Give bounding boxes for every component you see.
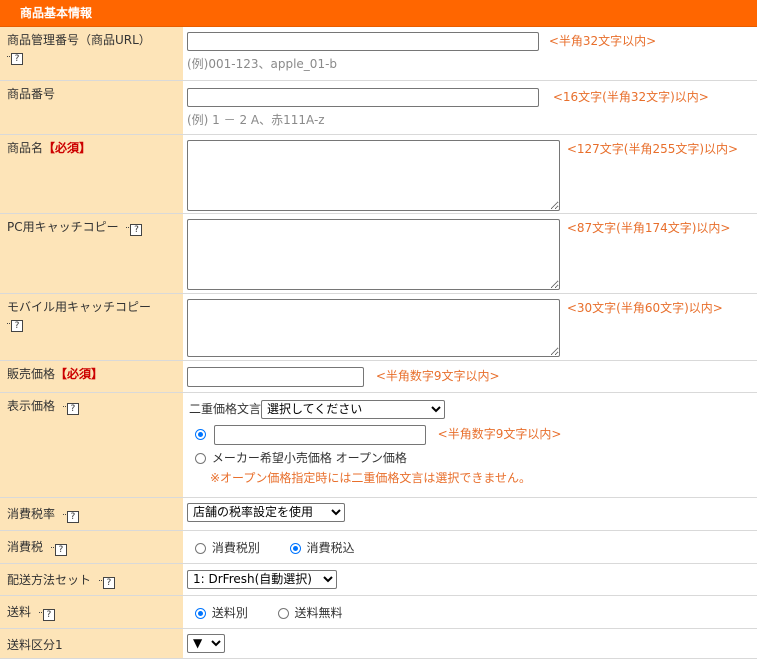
field-cell: <半角数字9文字以内> (183, 360, 757, 393)
price-input[interactable] (187, 366, 364, 387)
row-shipping-set: 配送方法セット ? 1: DrFresh(自動選択) (0, 563, 757, 596)
help-icon[interactable]: ? (7, 48, 23, 65)
field-cell: <87文字(半角174文字)以内> (183, 213, 757, 294)
label-cell: モバイル用キャッチコピー ? (0, 293, 183, 361)
shipping-free-label: 送料無料 (294, 605, 343, 620)
mobile-catch-copy-label: モバイル用キャッチコピー (7, 299, 152, 314)
pc-catch-copy-label: PC用キャッチコピー (7, 219, 119, 234)
row-product-number: 商品番号 <16文字(半角32文字)以内> (例) 1 － 2 A、赤111A-… (0, 80, 757, 135)
label-cell: 表示価格 ? (0, 392, 183, 498)
open-price-line: メーカー希望小売価格 オープン価格 (195, 449, 757, 466)
label-cell: 送料区分1 (0, 628, 183, 659)
section-header: 商品基本情報 (0, 0, 757, 27)
product-name-label: 商品名 (7, 140, 44, 155)
required-badge: 【必須】 (55, 366, 104, 381)
field-cell: <30文字(半角60文字)以内> (183, 293, 757, 361)
label-cell: 配送方法セット ? (0, 563, 183, 596)
tax-label: 消費税 (7, 539, 44, 554)
open-price-label: メーカー希望小売価格 オープン価格 (211, 450, 407, 465)
tax-excluded-radio[interactable] (195, 542, 206, 554)
mobile-catch-copy-hint: <30文字(半角60文字)以内> (566, 300, 723, 315)
field-cell: 1: DrFresh(自動選択) (183, 563, 757, 596)
row-price: 販売価格【必須】 <半角数字9文字以内> (0, 360, 757, 393)
product-name-hint: <127文字(半角255文字)以内> (566, 141, 739, 156)
shipping-separate-label: 送料別 (211, 605, 248, 620)
label-cell: 消費税 ? (0, 530, 183, 564)
field-cell: <127文字(半角255文字)以内> (183, 134, 757, 214)
row-shipping-fee: 送料 ? 送料別 送料無料 (0, 595, 757, 629)
help-icon[interactable]: ? (95, 572, 115, 589)
pc-catch-copy-hint: <87文字(半角174文字)以内> (566, 220, 731, 235)
label-cell: PC用キャッチコピー ? (0, 213, 183, 294)
help-icon[interactable]: ? (59, 398, 79, 415)
tax-included-label: 消費税込 (306, 540, 355, 555)
field-cell: ▼ (183, 628, 757, 659)
label-cell: 商品管理番号（商品URL） ? (0, 27, 183, 81)
open-price-warning: ※オープン価格指定時には二重価格文言は選択できません。 (210, 470, 531, 485)
product-management-number-example: (例)001-123、apple_01-b (187, 57, 338, 71)
shipping-fee-label: 送料 (7, 604, 32, 619)
help-icon[interactable]: ? (35, 604, 55, 621)
double-price-select[interactable]: 選択してください (261, 399, 446, 419)
row-pc-catch-copy: PC用キャッチコピー ? <87文字(半角174文字)以内> (0, 213, 757, 294)
row-mobile-catch-copy: モバイル用キャッチコピー ? <30文字(半角60文字)以内> (0, 293, 757, 361)
price-hint: <半角数字9文字以内> (375, 369, 500, 383)
label-cell: 消費税率 ? (0, 497, 183, 531)
help-icon[interactable]: ? (47, 539, 67, 556)
required-badge: 【必須】 (43, 140, 92, 155)
tax-rate-label: 消費税率 (7, 506, 56, 521)
row-product-name: 商品名【必須】 <127文字(半角255文字)以内> (0, 134, 757, 214)
row-tax-rate: 消費税率 ? 店舗の税率設定を使用 (0, 497, 757, 531)
field-cell: <半角32文字以内> (例)001-123、apple_01-b (183, 27, 757, 81)
product-name-textarea[interactable] (187, 139, 560, 211)
row-product-management-number: 商品管理番号（商品URL） ? <半角32文字以内> (例)001-123、ap… (0, 27, 757, 81)
label-cell: 商品番号 (0, 80, 183, 135)
product-number-hint: <16文字(半角32文字)以内> (552, 89, 709, 104)
field-cell: 送料別 送料無料 (183, 595, 757, 629)
price-radio[interactable] (195, 429, 206, 440)
price-label: 販売価格 (7, 366, 56, 381)
product-number-input[interactable] (187, 87, 539, 107)
product-form-table: 商品管理番号（商品URL） ? <半角32文字以内> (例)001-123、ap… (0, 27, 757, 659)
row-display-price: 表示価格 ? 二重価格文言 選択してください <半角数字9文字以内> メーカー希望… (0, 392, 757, 498)
shipping-free-radio[interactable] (277, 607, 289, 619)
tax-rate-select[interactable]: 店舗の税率設定を使用 (187, 502, 345, 522)
field-cell: 二重価格文言 選択してください <半角数字9文字以内> メーカー希望小売価格 オー… (183, 392, 757, 498)
shipping-set-select[interactable]: 1: DrFresh(自動選択) (187, 569, 337, 589)
shipping-set-label: 配送方法セット (7, 572, 92, 587)
pc-catch-copy-textarea[interactable] (187, 218, 560, 290)
product-management-number-label: 商品管理番号（商品URL） (7, 33, 151, 47)
field-cell: 消費税別 消費税込 (183, 530, 757, 564)
row-tax: 消費税 ? 消費税別 消費税込 (0, 530, 757, 564)
tax-excluded-label: 消費税別 (211, 540, 260, 555)
shipping-class-label: 送料区分1 (7, 637, 63, 652)
help-icon[interactable]: ? (59, 506, 79, 523)
label-cell: 販売価格【必須】 (0, 360, 183, 393)
product-management-number-hint: <半角32文字以内> (548, 34, 657, 48)
help-icon[interactable]: ? (122, 219, 143, 236)
display-price-hint: <半角数字9文字以内> (437, 427, 562, 441)
price-radio-line: <半角数字9文字以内> (195, 424, 757, 445)
display-price-label: 表示価格 (7, 398, 56, 413)
field-cell: 店舗の税率設定を使用 (183, 497, 757, 531)
double-price-label: 二重価格文言 (189, 401, 262, 416)
product-number-example: (例) 1 － 2 A、赤111A-z (187, 112, 325, 127)
label-cell: 送料 ? (0, 595, 183, 629)
double-price-line: 二重価格文言 選択してください (187, 399, 757, 419)
field-cell: <16文字(半角32文字)以内> (例) 1 － 2 A、赤111A-z (183, 80, 757, 135)
help-icon[interactable]: ? (7, 315, 23, 332)
display-price-input[interactable] (213, 424, 426, 445)
product-number-label: 商品番号 (7, 86, 56, 101)
open-price-radio[interactable] (195, 452, 206, 464)
row-shipping-class: 送料区分1 ▼ (0, 628, 757, 659)
tax-included-radio[interactable] (289, 542, 301, 554)
shipping-separate-radio[interactable] (195, 607, 206, 619)
label-cell: 商品名【必須】 (0, 134, 183, 214)
product-management-number-input[interactable] (187, 32, 539, 51)
mobile-catch-copy-textarea[interactable] (187, 298, 560, 357)
shipping-class-select[interactable]: ▼ (187, 633, 225, 653)
